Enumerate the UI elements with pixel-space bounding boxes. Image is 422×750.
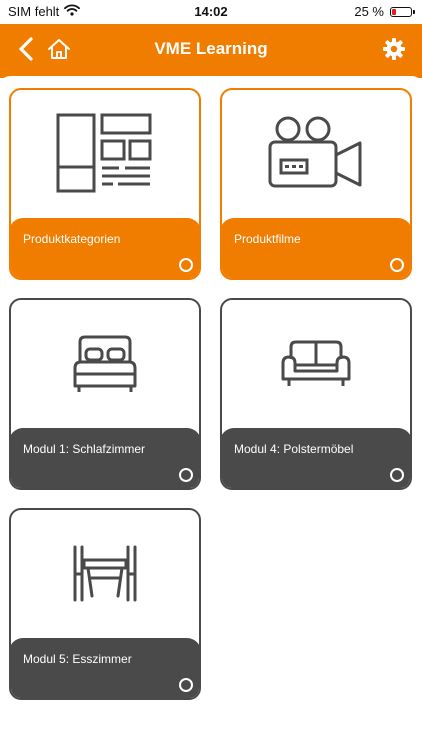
layout-icon [55,112,155,201]
tile-modul-1[interactable]: Modul 1: Schlafzimmer [9,298,201,490]
battery-level [392,8,396,15]
tile-art [222,90,410,222]
battery-group: 25 % [354,4,415,19]
sofa-icon [280,339,352,394]
tile-produktkategorien[interactable]: Produktkategorien [9,88,201,280]
app-header: VME Learning [0,24,422,78]
tile-caption-band: Produktfilme [222,218,410,278]
tile-label: Produktfilme [234,232,301,246]
video-camera-icon [266,115,366,198]
settings-button[interactable] [378,35,410,67]
battery-icon [390,6,415,17]
tile-label: Modul 4: Polstermöbel [234,442,354,456]
module-grid: Produktkategorien Produktfilme Modul 1: … [0,76,422,750]
tile-art [11,90,199,222]
tile-caption-band: Modul 1: Schlafzimmer [11,428,199,488]
tile-art [11,510,199,642]
gear-icon [382,37,406,66]
status-circle-icon [390,468,404,482]
page-title: VME Learning [154,39,268,58]
tile-produktfilme[interactable]: Produktfilme [220,88,412,280]
tile-label: Modul 5: Esszimmer [23,652,132,666]
battery-percent: 25 % [354,4,384,19]
status-circle-icon [179,468,193,482]
tile-caption-band: Modul 4: Polstermöbel [222,428,410,488]
tile-caption-band: Modul 5: Esszimmer [11,638,199,698]
status-circle-icon [390,258,404,272]
tile-caption-band: Produktkategorien [11,218,199,278]
dining-table-icon [70,544,140,609]
status-bar: SIM fehlt 14:02 25 % [0,0,422,24]
status-circle-icon [179,258,193,272]
tile-art [11,300,199,432]
tile-label: Modul 1: Schlafzimmer [23,442,146,456]
status-circle-icon [179,678,193,692]
tile-modul-4[interactable]: Modul 4: Polstermöbel [220,298,412,490]
tile-art [222,300,410,432]
tile-label: Produktkategorien [23,232,121,246]
tile-modul-5[interactable]: Modul 5: Esszimmer [9,508,201,700]
bed-icon [72,334,138,399]
